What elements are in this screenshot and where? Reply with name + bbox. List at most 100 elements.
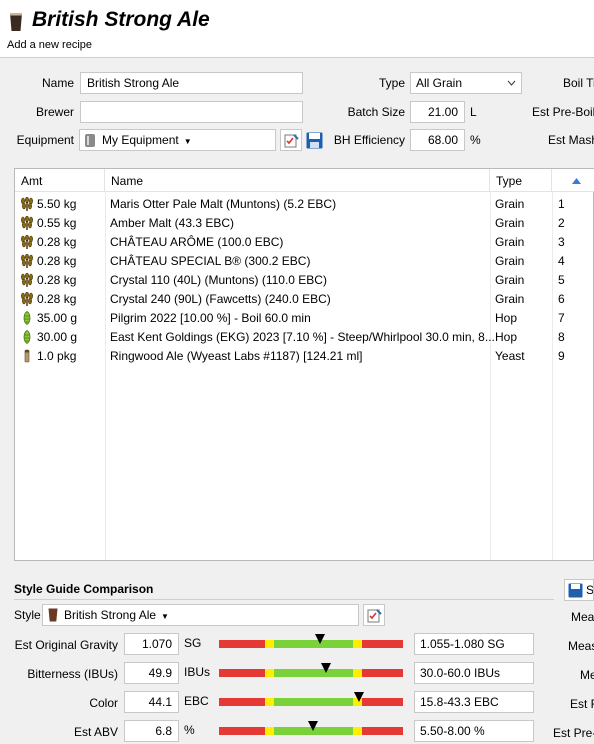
save-icon <box>568 583 583 598</box>
ingredient-amount: 1.0 pkg <box>37 349 77 363</box>
ingredient-name: Crystal 240 (90L) (Fawcetts) (240.0 EBC) <box>110 292 331 306</box>
comparison-marker-icon <box>353 692 364 702</box>
comparison-marker-icon <box>315 634 326 644</box>
bar-segment <box>265 640 275 648</box>
style-select[interactable]: British Strong Ale ▼ <box>42 604 359 626</box>
comparison-unit: EBC <box>184 694 209 708</box>
ingredient-amount: 30.00 g <box>37 330 78 344</box>
right-label: Est Pre- <box>553 726 594 740</box>
brewer-input[interactable] <box>80 101 303 123</box>
edit-style-button[interactable] <box>363 604 385 626</box>
ingredient-amount: 0.28 kg <box>37 292 77 306</box>
sort-ascending-icon <box>572 178 581 184</box>
table-row[interactable]: 1.0 pkg Ringwood Ale (Wyeast Labs #1187) … <box>15 347 594 366</box>
bar-segment <box>265 669 275 677</box>
ingredient-order: 2 <box>558 216 565 230</box>
ingredient-type: Grain <box>495 235 525 249</box>
ingredient-name: Crystal 110 (40L) (Muntons) (110.0 EBC) <box>110 273 327 287</box>
page-title: British Strong Ale <box>32 8 210 31</box>
ingredient-amount: 0.28 kg <box>37 254 77 268</box>
ingredient-type: Grain <box>495 254 525 268</box>
bar-segment <box>353 640 363 648</box>
column-header-order[interactable] <box>552 169 594 192</box>
section-divider <box>14 599 554 600</box>
comparison-marker-icon <box>307 721 318 731</box>
yeast-icon <box>20 349 34 363</box>
comparison-value: 44.1 <box>124 691 179 713</box>
batch-size-input[interactable]: 21.00 <box>410 101 465 123</box>
est-preboil-label: Est Pre-Boil <box>532 105 594 119</box>
est-mash-label: Est Mash <box>548 133 594 147</box>
chevron-down-icon <box>507 80 516 86</box>
ingredient-type: Hop <box>495 330 518 344</box>
bh-efficiency-input[interactable]: 68.00 <box>410 129 465 151</box>
comparison-range-bar <box>219 669 403 677</box>
ingredient-name: East Kent Goldings (EKG) 2023 [7.10 %] -… <box>110 330 495 344</box>
ingredient-order: 3 <box>558 235 565 249</box>
ingredient-order: 5 <box>558 273 565 287</box>
ingredient-amount: 35.00 g <box>37 311 78 325</box>
table-row[interactable]: 0.28 kg CHÂTEAU ARÔME (100.0 EBC) Grain 3 <box>15 233 594 252</box>
comparison-unit: % <box>184 723 195 737</box>
type-select[interactable]: All Grain <box>410 72 522 94</box>
bar-segment <box>353 669 363 677</box>
style-range: 15.8-43.3 EBC <box>414 691 534 713</box>
equipment-select[interactable]: My Equipment ▼ <box>79 129 276 151</box>
ingredient-name: CHÂTEAU ARÔME (100.0 EBC) <box>110 235 284 249</box>
right-label: Mea <box>571 610 594 624</box>
style-guide-title: Style Guide Comparison <box>14 582 154 596</box>
boil-time-label: Boil Ti <box>563 76 594 90</box>
table-row[interactable]: 5.50 kg Maris Otter Pale Malt (Muntons) (… <box>15 195 594 214</box>
recipe-header: British Strong Ale Add a new recipe <box>0 0 594 58</box>
grain-icon <box>20 272 34 287</box>
hop-icon <box>20 311 34 325</box>
table-row[interactable]: 0.28 kg CHÂTEAU SPECIAL B® (300.2 EBC) Gra… <box>15 252 594 271</box>
table-row[interactable]: 0.28 kg Crystal 110 (40L) (Muntons) (110.… <box>15 271 594 290</box>
beer-glass-icon <box>48 608 58 622</box>
bar-segment <box>219 698 265 706</box>
bar-segment <box>265 698 275 706</box>
style-guide-action-label: Se <box>586 583 594 597</box>
edit-equipment-button[interactable] <box>280 129 302 151</box>
bar-segment <box>265 727 275 735</box>
ingredient-name: Ringwood Ale (Wyeast Labs #1187) [124.21… <box>110 349 363 363</box>
comparison-label: Color <box>89 696 118 710</box>
type-label: Type <box>378 76 405 90</box>
right-label: Est F <box>570 697 594 711</box>
brewer-label: Brewer <box>35 105 74 119</box>
comparison-range-bar <box>219 640 403 648</box>
bh-efficiency-label: BH Efficiency <box>333 133 405 147</box>
comparison-value: 1.070 <box>124 633 179 655</box>
column-header-type[interactable]: Type <box>490 169 552 192</box>
ingredient-order: 6 <box>558 292 565 306</box>
ingredients-table[interactable]: Amt Name Type 5.50 kg Maris Otter Pale Ma… <box>14 168 594 561</box>
ingredient-amount: 5.50 kg <box>37 197 77 211</box>
ingredient-amount: 0.28 kg <box>37 273 77 287</box>
style-guide-action-button[interactable]: Se <box>564 579 594 601</box>
column-header-name[interactable]: Name <box>105 169 490 192</box>
equipment-value: My Equipment <box>102 133 179 147</box>
ingredient-order: 1 <box>558 197 565 211</box>
table-row[interactable]: 30.00 g East Kent Goldings (EKG) 2023 [7.… <box>15 328 594 347</box>
name-label: Name <box>41 76 74 90</box>
comparison-unit: SG <box>184 636 202 650</box>
bar-segment <box>362 698 403 706</box>
table-row[interactable]: 0.55 kg Amber Malt (43.3 EBC) Grain 2 <box>15 214 594 233</box>
caret-down-icon: ▼ <box>183 137 192 146</box>
table-row[interactable]: 35.00 g Pilgrim 2022 [10.00 %] - Boil 60.… <box>15 309 594 328</box>
ingredient-amount: 0.55 kg <box>37 216 77 230</box>
column-header-amt[interactable]: Amt <box>15 169 105 192</box>
table-row[interactable]: 0.28 kg Crystal 240 (90L) (Fawcetts) (240… <box>15 290 594 309</box>
style-range: 1.055-1.080 SG <box>414 633 534 655</box>
ingredient-type: Grain <box>495 292 525 306</box>
ingredient-type: Grain <box>495 197 525 211</box>
hop-icon <box>20 330 34 344</box>
name-input[interactable]: British Strong Ale <box>80 72 303 94</box>
right-label: Me <box>580 668 594 682</box>
caret-down-icon: ▼ <box>161 612 169 621</box>
batch-size-unit: L <box>470 105 477 119</box>
comparison-range-bar <box>219 698 403 706</box>
style-range: 30.0-60.0 IBUs <box>414 662 534 684</box>
checklist-edit-icon <box>367 609 382 623</box>
comparison-label: Est Original Gravity <box>14 638 118 652</box>
